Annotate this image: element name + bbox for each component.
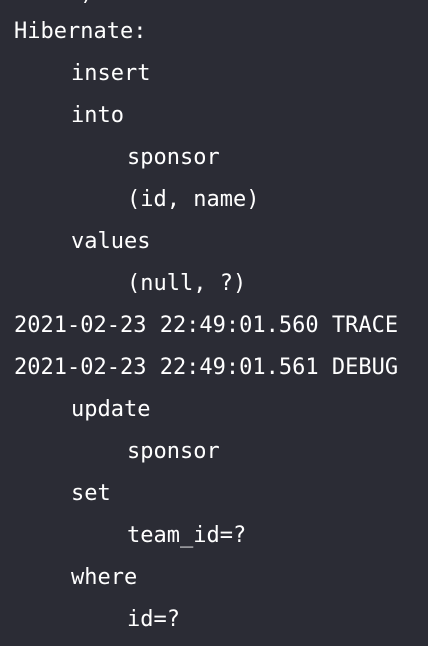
console-line: 2021-02-23 22:49:01.560 TRACE	[14, 313, 399, 338]
console-line: values	[71, 229, 151, 254]
console-line: set	[71, 481, 111, 506]
console-line: team_id=?	[127, 523, 247, 548]
console-line-partial: )	[14, 0, 93, 4]
console-line: insert	[71, 61, 151, 86]
console-output: ) Hibernate: insert into sponsor (id, na…	[0, 0, 428, 646]
console-line: id=?	[127, 607, 180, 632]
console-line: 2021-02-23 22:49:01.561 DEBUG	[14, 355, 399, 380]
console-line: Hibernate:	[14, 19, 147, 44]
console-line: update	[71, 397, 151, 422]
console-line: sponsor	[127, 439, 220, 464]
console-line: (null, ?)	[127, 271, 247, 296]
console-line: sponsor	[127, 145, 220, 170]
console-line: into	[71, 103, 124, 128]
console-line: where	[71, 565, 138, 590]
console-line: (id, name)	[127, 187, 260, 212]
